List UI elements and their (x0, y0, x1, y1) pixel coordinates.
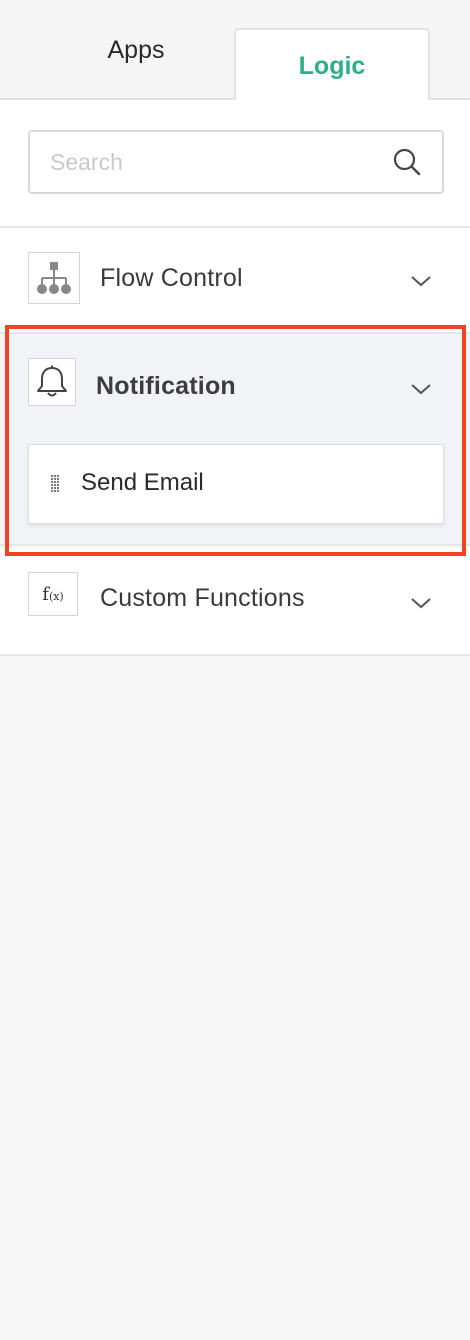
function-icon-text: f(x) (42, 583, 64, 605)
function-icon: f(x) (28, 572, 78, 616)
section-notification[interactable]: Notification Send Email (0, 334, 470, 546)
section-custom-functions[interactable]: f(x) Custom Functions (0, 548, 470, 656)
send-email-item[interactable]: Send Email (28, 444, 444, 524)
search-icon[interactable] (392, 147, 422, 177)
notification-label: Notification (96, 372, 236, 400)
tab-logic[interactable]: Logic (234, 28, 430, 102)
bell-icon (37, 365, 67, 397)
flow-control-label: Flow Control (100, 264, 243, 292)
search-area (0, 100, 470, 228)
search-box[interactable] (28, 130, 444, 194)
notification-icon-box (28, 358, 76, 406)
logic-panel: Apps Logic Flow Contr (0, 0, 470, 1340)
custom-functions-label: Custom Functions (100, 584, 305, 612)
tab-apps[interactable]: Apps (40, 0, 232, 100)
chevron-down-icon[interactable] (410, 596, 432, 610)
hierarchy-icon (37, 262, 71, 294)
chevron-down-icon[interactable] (410, 274, 432, 288)
chevron-down-icon[interactable] (410, 382, 432, 396)
tab-bar: Apps Logic (0, 0, 470, 102)
search-input[interactable] (50, 132, 380, 192)
send-email-label: Send Email (81, 469, 204, 496)
flow-control-icon-box (28, 252, 80, 304)
section-flow-control[interactable]: Flow Control (0, 228, 470, 334)
drag-handle-icon[interactable] (51, 475, 61, 495)
